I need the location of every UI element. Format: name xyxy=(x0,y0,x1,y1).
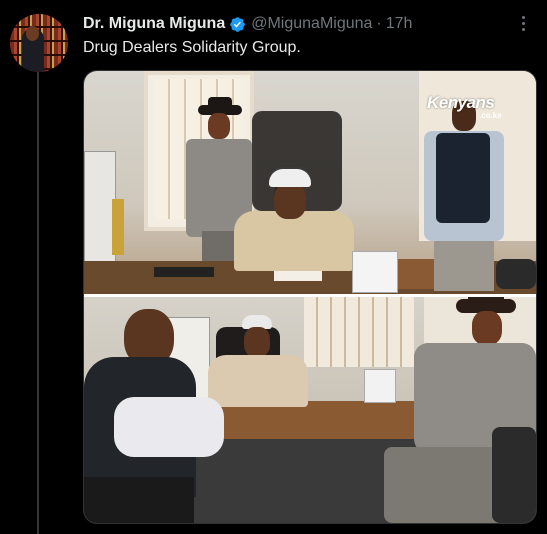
author-handle[interactable]: @MigunaMiguna xyxy=(251,15,372,33)
tweet-media[interactable]: Kenyans .co.ke xyxy=(83,70,537,524)
tweet-text: Drug Dealers Solidarity Group. xyxy=(83,39,301,56)
tweet-header: Dr. Miguna Miguna @MigunaMiguna · 17h xyxy=(83,13,412,35)
watermark: Kenyans xyxy=(427,93,495,112)
verified-badge-icon[interactable] xyxy=(229,16,246,33)
thread-line xyxy=(37,72,39,534)
avatar[interactable] xyxy=(10,14,68,72)
photo-bottom[interactable] xyxy=(84,297,536,523)
timestamp[interactable]: 17h xyxy=(386,15,413,33)
photo-top[interactable]: Kenyans .co.ke xyxy=(84,71,536,294)
separator-dot: · xyxy=(376,15,382,32)
author-name[interactable]: Dr. Miguna Miguna xyxy=(83,15,225,33)
watermark-sub: .co.ke xyxy=(479,111,502,120)
more-options-icon[interactable] xyxy=(512,12,534,34)
